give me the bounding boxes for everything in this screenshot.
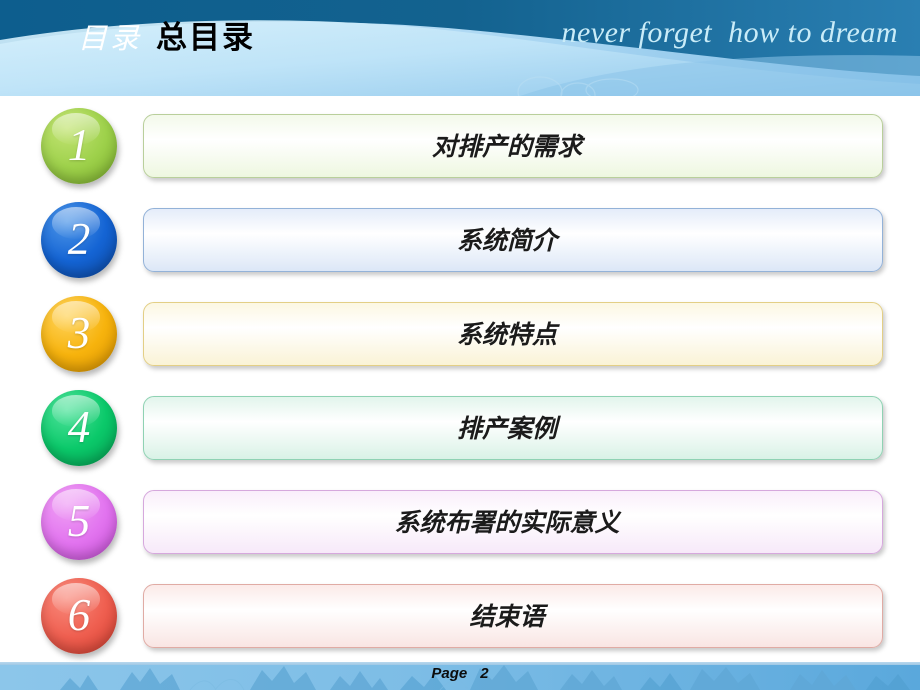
page-indicator-number: 2 [480,665,489,682]
agenda-row[interactable]: 1 对排产的需求 [0,108,920,184]
agenda-number-label: 2 [67,214,91,264]
agenda-list: 1 对排产的需求 2 系统简介 3 系统特点 4 排产案例 5 系统布署的实际意义 6 结束语 [0,96,920,662]
agenda-item-label: 排产案例 [456,415,557,443]
agenda-row[interactable]: 5 系统布署的实际意义 [0,484,920,560]
agenda-item-label: 系统布署的实际意义 [394,509,620,537]
page-indicator: Page 2 [0,665,920,682]
page-title-prefix: 目录 [78,23,143,55]
agenda-number-circle[interactable]: 4 [41,390,117,466]
agenda-item-box[interactable]: 系统简介 [143,208,883,272]
slide-header: 目录 总目录 never forget how to dream [0,0,920,96]
agenda-item-label: 对排产的需求 [431,133,582,161]
agenda-number-circle[interactable]: 6 [41,578,117,654]
agenda-number-label: 4 [67,402,91,452]
agenda-number-label: 6 [67,590,91,640]
agenda-item-box[interactable]: 结束语 [143,584,883,648]
agenda-row[interactable]: 4 排产案例 [0,390,920,466]
agenda-row[interactable]: 3 系统特点 [0,296,920,372]
agenda-number-label: 3 [67,308,91,358]
agenda-item-box[interactable]: 系统布署的实际意义 [143,490,883,554]
agenda-number-circle[interactable]: 1 [41,108,117,184]
slide-canvas: 目录 总目录 never forget how to dream 1 对排产的需求 2 系… [0,0,920,690]
agenda-number-circle[interactable]: 3 [41,296,117,372]
agenda-number-label: 5 [67,496,91,546]
agenda-item-label: 结束语 [469,603,545,631]
agenda-item-label: 系统简介 [456,227,557,255]
page-title: 目录 总目录 [78,12,255,57]
header-tagline-part1: never forget [561,16,713,49]
agenda-number-circle[interactable]: 2 [41,202,117,278]
agenda-item-label: 系统特点 [456,321,557,349]
agenda-number-circle[interactable]: 5 [41,484,117,560]
agenda-row[interactable]: 6 结束语 [0,578,920,654]
agenda-row[interactable]: 2 系统简介 [0,202,920,278]
slide-footer: Page 2 [0,662,920,690]
agenda-item-box[interactable]: 排产案例 [143,396,883,460]
agenda-item-box[interactable]: 系统特点 [143,302,883,366]
header-tagline-part2: how to dream [728,16,898,49]
page-title-main: 总目录 [156,20,256,55]
page-indicator-word: Page [431,665,468,682]
header-tagline: never forget how to dream [561,16,898,50]
agenda-item-box[interactable]: 对排产的需求 [143,114,883,178]
agenda-number-label: 1 [67,120,91,170]
